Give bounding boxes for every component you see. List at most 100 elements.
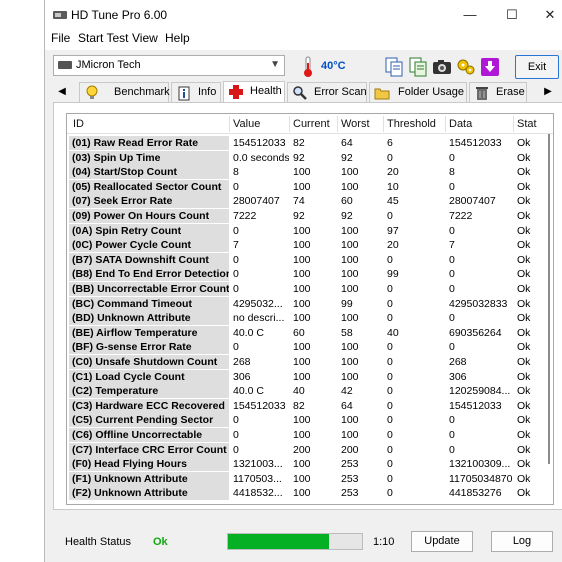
table-row[interactable]: (C3) Hardware ECC Recovered 154512033 82 64…	[67, 398, 535, 414]
cell-status: Ok	[517, 268, 531, 281]
maximize-button[interactable]: ☐	[497, 4, 527, 26]
column-header-threshold[interactable]: Threshold	[387, 118, 436, 130]
cell-threshold: 0	[387, 414, 393, 427]
table-row[interactable]: (09) Power On Hours Count 7222 92 92 0 7222 Ok	[67, 209, 535, 224]
column-header-id[interactable]: ID	[73, 118, 84, 130]
column-divider[interactable]	[337, 116, 338, 132]
save-icon[interactable]	[479, 56, 501, 78]
column-divider[interactable]	[445, 116, 446, 132]
smart-attribute-list[interactable]: ID Value Current Worst Threshold Data St…	[66, 113, 554, 505]
cell-status: Ok	[517, 283, 531, 295]
copy-info-icon[interactable]	[407, 56, 429, 78]
cell-current: 82	[293, 137, 305, 149]
column-header-value[interactable]: Value	[233, 118, 260, 130]
cell-threshold: 0	[387, 297, 393, 310]
scrollbar-thumb[interactable]	[548, 134, 550, 464]
cell-value: 268	[233, 356, 251, 368]
info-icon	[176, 85, 192, 101]
cell-id: (03) Spin Up Time	[69, 150, 229, 165]
cell-status: Ok	[517, 253, 531, 266]
table-row[interactable]: (C6) Offline Uncorrectable 0 100 100 0 0 Ok	[67, 428, 535, 443]
cell-current: 100	[293, 414, 311, 427]
drive-select-value: JMicron Tech	[76, 59, 141, 71]
table-row[interactable]: (F1) Unknown Attribute 1170503... 100 253 0 1…	[67, 471, 535, 487]
log-button[interactable]: Log	[491, 531, 553, 552]
column-divider[interactable]	[383, 116, 384, 132]
table-row[interactable]: (05) Reallocated Sector Count 0 100 100 10 0 O…	[67, 179, 535, 195]
cell-current: 92	[293, 210, 305, 222]
cell-value: 0	[233, 180, 239, 193]
update-button[interactable]: Update	[411, 531, 473, 552]
cell-data: 7222	[449, 210, 473, 222]
cell-data: 28007407	[449, 195, 496, 208]
table-row[interactable]: (B7) SATA Downshift Count 0 100 100 0 0 Ok	[67, 252, 535, 268]
tab-scroll-left-icon[interactable]: ◀	[53, 82, 71, 102]
tab-health[interactable]: Health	[223, 81, 285, 103]
column-divider[interactable]	[289, 116, 290, 132]
camera-icon[interactable]	[431, 56, 453, 78]
column-divider[interactable]	[229, 116, 230, 132]
tab-benchmark[interactable]: Benchmark	[79, 82, 170, 102]
cell-value: 306	[233, 370, 251, 383]
table-row[interactable]: (01) Raw Read Error Rate 154512033 82 64 6 15…	[67, 136, 535, 151]
cell-threshold: 0	[387, 429, 393, 441]
vertical-scrollbar[interactable]	[545, 134, 553, 504]
table-row[interactable]: (B8) End To End Error Detection 0 100 100 99…	[67, 267, 535, 282]
table-row[interactable]: (BF) G-sense Error Rate 0 100 100 0 0 Ok	[67, 340, 535, 355]
cell-worst: 253	[341, 458, 359, 471]
cell-current: 100	[293, 253, 311, 266]
tab-folder-usage[interactable]: Folder Usage	[369, 82, 467, 102]
menu-start-test[interactable]: Start Test	[78, 31, 128, 45]
column-divider[interactable]	[513, 116, 514, 132]
table-row[interactable]: (BC) Command Timeout 4295032... 100 99 0 4295…	[67, 296, 535, 312]
column-header-data[interactable]: Data	[449, 118, 472, 130]
minimize-button[interactable]: —	[455, 4, 485, 26]
cell-threshold: 10	[387, 180, 399, 193]
table-row[interactable]: (F2) Unknown Attribute 4418532... 100 253 0 4…	[67, 486, 535, 501]
close-button[interactable]: ✕	[535, 4, 562, 26]
table-row[interactable]: (03) Spin Up Time 0.0 seconds 92 92 0 0 Ok	[67, 150, 535, 166]
column-header-status[interactable]: Stat	[517, 118, 537, 130]
tab-info[interactable]: Info	[171, 82, 221, 102]
menu-file[interactable]: File	[51, 31, 70, 45]
exit-button[interactable]: Exit	[515, 55, 559, 79]
table-row[interactable]: (F0) Head Flying Hours 1321003... 100 253 0 1…	[67, 457, 535, 472]
column-header-worst[interactable]: Worst	[341, 118, 370, 130]
copy-text-icon[interactable]	[383, 56, 405, 78]
table-row[interactable]: (C1) Load Cycle Count 306 100 100 0 306 Ok	[67, 369, 535, 385]
table-row[interactable]: (04) Start/Stop Count 8 100 100 20 8 Ok	[67, 165, 535, 180]
tab-label: Error Scan	[314, 86, 367, 98]
cell-id: (04) Start/Stop Count	[69, 165, 229, 180]
cell-value: 154512033	[233, 399, 286, 412]
table-row[interactable]: (C7) Interface CRC Error Count 0 200 200 0 0 O…	[67, 442, 535, 458]
table-row[interactable]: (BB) Uncorrectable Error Count 0 100 100 0 0 O…	[67, 282, 535, 297]
table-row[interactable]: (C0) Unsafe Shutdown Count 268 100 100 0 268 O…	[67, 355, 535, 370]
cell-status: Ok	[517, 458, 531, 471]
cell-worst: 42	[341, 385, 353, 398]
tab-error-scan[interactable]: Error Scan	[287, 82, 367, 102]
table-row[interactable]: (BE) Airflow Temperature 40.0 C 60 58 40 6903…	[67, 325, 535, 341]
table-row[interactable]: (0C) Power Cycle Count 7 100 100 20 7 Ok	[67, 238, 535, 253]
table-row[interactable]: (BD) Unknown Attribute no descri... 100 100…	[67, 311, 535, 326]
cell-current: 100	[293, 166, 311, 179]
tab-erase[interactable]: Erase	[469, 82, 527, 102]
table-row[interactable]: (C2) Temperature 40.0 C 40 42 0 120259084... O…	[67, 384, 535, 399]
magnifier-icon	[292, 85, 308, 101]
table-row[interactable]: (C5) Current Pending Sector 0 100 100 0 0 Ok	[67, 413, 535, 428]
cell-data: 0	[449, 429, 455, 441]
column-header-current[interactable]: Current	[293, 118, 330, 130]
tab-scroll-right-icon[interactable]: ▶	[539, 82, 557, 102]
thermometer-icon	[301, 56, 315, 78]
table-row[interactable]: (0A) Spin Retry Count 0 100 100 97 0 Ok	[67, 223, 535, 239]
options-icon[interactable]	[455, 56, 477, 78]
cell-current: 100	[293, 312, 311, 325]
drive-select[interactable]: JMicron Tech ▼	[53, 55, 285, 76]
cell-current: 100	[293, 472, 311, 485]
health-status-label: Health Status	[65, 536, 132, 548]
menu-view[interactable]: View	[132, 31, 158, 45]
cell-current: 74	[293, 195, 305, 208]
menu-help[interactable]: Help	[165, 31, 190, 45]
table-row[interactable]: (07) Seek Error Rate 28007407 74 60 45 280074…	[67, 194, 535, 209]
cell-status: Ok	[517, 224, 531, 237]
cell-worst: 100	[341, 268, 359, 281]
